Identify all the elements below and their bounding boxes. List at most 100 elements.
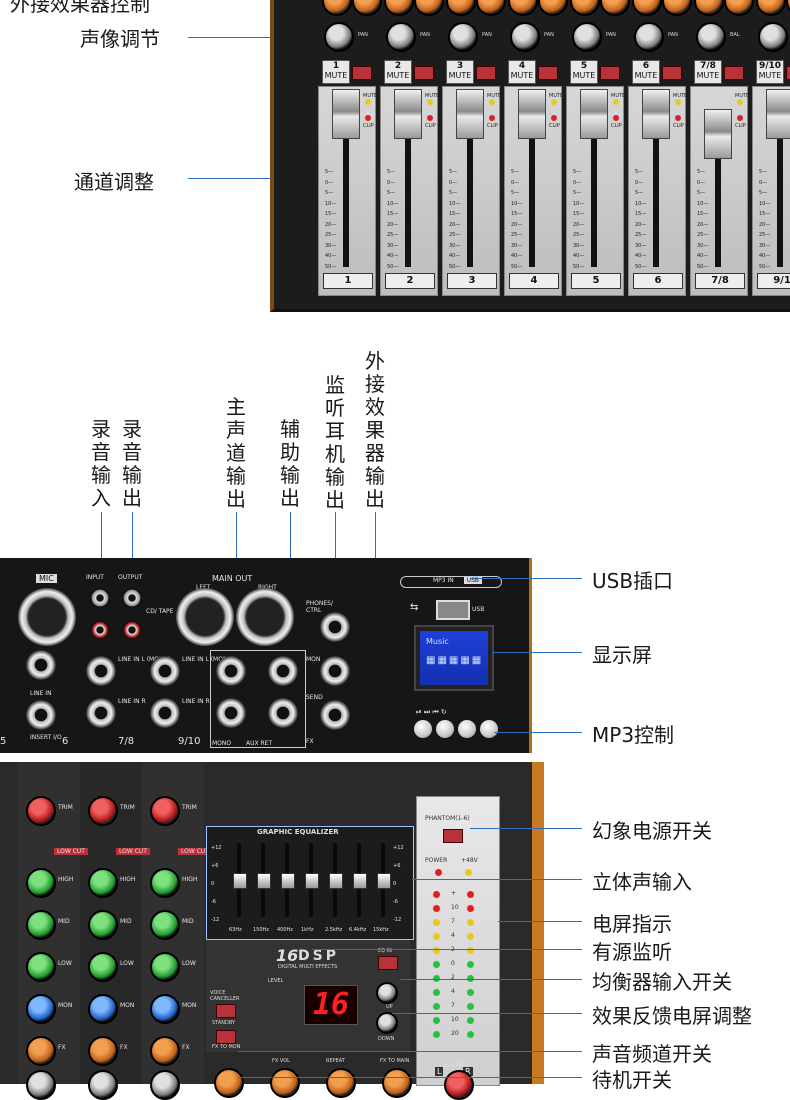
rec-out-rca-white[interactable] — [122, 588, 142, 608]
channel-knob[interactable] — [26, 796, 56, 826]
send-knob[interactable] — [508, 0, 538, 16]
mute-led-button[interactable] — [352, 66, 372, 80]
pan-knob[interactable] — [634, 22, 664, 52]
pan-knob[interactable] — [758, 22, 788, 52]
channel-knob[interactable] — [150, 994, 180, 1024]
channel-knob[interactable] — [88, 994, 118, 1024]
line-in-l-jack-78[interactable] — [86, 656, 116, 686]
line-in-jack[interactable] — [26, 650, 56, 680]
channel-knob[interactable] — [26, 1036, 56, 1066]
aux-l-jack-2[interactable] — [216, 698, 246, 728]
main-out-right-xlr[interactable] — [236, 588, 294, 646]
pan-knob[interactable] — [448, 22, 478, 52]
channel-knob[interactable] — [88, 1036, 118, 1066]
phones-jack[interactable] — [320, 612, 350, 642]
mute-led-button[interactable] — [786, 66, 790, 80]
channel-knob[interactable] — [88, 796, 118, 826]
mute-led-button[interactable] — [414, 66, 434, 80]
eq-slider-knob[interactable] — [329, 873, 343, 889]
usb-port[interactable] — [436, 600, 470, 620]
pan-knob[interactable] — [696, 22, 726, 52]
channel-knob[interactable] — [88, 868, 118, 898]
send-knob[interactable] — [570, 0, 600, 16]
up-button[interactable] — [376, 982, 398, 1004]
mp3-repeat-button[interactable] — [480, 720, 498, 738]
send-knob[interactable] — [694, 0, 724, 16]
fx-send-jack[interactable] — [320, 700, 350, 730]
channel-knob[interactable] — [26, 1070, 56, 1100]
channel-knob[interactable] — [26, 910, 56, 940]
fader-knob[interactable] — [456, 89, 484, 139]
standby-button[interactable] — [216, 1030, 236, 1044]
eq-in-button[interactable] — [378, 956, 398, 970]
mute-button[interactable]: 1 MUTE — [322, 60, 350, 84]
main-out-left-xlr[interactable] — [176, 588, 234, 646]
pan-knob[interactable] — [510, 22, 540, 52]
mp3-play-pause-button[interactable] — [414, 720, 432, 738]
send-knob[interactable] — [756, 0, 786, 16]
mute-led-button[interactable] — [600, 66, 620, 80]
fx-to-mon-knob[interactable] — [214, 1068, 244, 1098]
aux-r-jack-2[interactable] — [268, 698, 298, 728]
channel-knob[interactable] — [88, 1070, 118, 1100]
fader-knob[interactable] — [704, 109, 732, 159]
fader-knob[interactable] — [332, 89, 360, 139]
eq-slider-knob[interactable] — [257, 873, 271, 889]
mute-button[interactable]: 5 MUTE — [570, 60, 598, 84]
pan-knob[interactable] — [386, 22, 416, 52]
channel-knob[interactable] — [150, 1070, 180, 1100]
mic-xlr-jack[interactable] — [18, 588, 76, 646]
pan-knob[interactable] — [572, 22, 602, 52]
eq-slider-knob[interactable] — [281, 873, 295, 889]
send-knob[interactable] — [322, 0, 352, 16]
phones-knob[interactable] — [444, 1070, 474, 1100]
channel-knob[interactable] — [150, 952, 180, 982]
channel-knob[interactable] — [26, 994, 56, 1024]
pan-knob[interactable] — [324, 22, 354, 52]
mute-button[interactable]: 9/10 MUTE — [756, 60, 784, 84]
fx-to-main-knob[interactable] — [382, 1068, 412, 1098]
mon-jack[interactable] — [320, 656, 350, 686]
mute-led-button[interactable] — [724, 66, 744, 80]
eq-slider-knob[interactable] — [233, 873, 247, 889]
channel-knob[interactable] — [26, 952, 56, 982]
channel-knob[interactable] — [150, 1036, 180, 1066]
rec-in-rca-white[interactable] — [90, 588, 110, 608]
eq-slider-knob[interactable] — [353, 873, 367, 889]
mp3-prev-button[interactable] — [458, 720, 476, 738]
rec-out-rca-red[interactable] — [122, 620, 142, 640]
mute-button[interactable]: 4 MUTE — [508, 60, 536, 84]
mute-button[interactable]: 6 MUTE — [632, 60, 660, 84]
channel-knob[interactable] — [26, 868, 56, 898]
channel-knob[interactable] — [150, 868, 180, 898]
eq-slider-knob[interactable] — [305, 873, 319, 889]
aux-r-jack-1[interactable] — [268, 656, 298, 686]
mute-button[interactable]: 7/8 MUTE — [694, 60, 722, 84]
send-knob[interactable] — [446, 0, 476, 16]
line-in-r-jack-78[interactable] — [86, 698, 116, 728]
fx-vol-knob[interactable] — [270, 1068, 300, 1098]
fader-knob[interactable] — [518, 89, 546, 139]
phantom-button[interactable] — [443, 829, 463, 843]
down-button[interactable] — [376, 1012, 398, 1034]
mute-led-button[interactable] — [476, 66, 496, 80]
aux-l-jack-1[interactable] — [216, 656, 246, 686]
mute-led-button[interactable] — [538, 66, 558, 80]
fader-knob[interactable] — [394, 89, 422, 139]
send-knob[interactable] — [786, 0, 790, 16]
rec-in-rca-red[interactable] — [90, 620, 110, 640]
channel-knob[interactable] — [88, 910, 118, 940]
voice-canceller-button[interactable] — [216, 1004, 236, 1018]
fader-knob[interactable] — [766, 89, 790, 139]
mp3-next-button[interactable] — [436, 720, 454, 738]
fader-knob[interactable] — [642, 89, 670, 139]
repeat-knob[interactable] — [326, 1068, 356, 1098]
fader-knob[interactable] — [580, 89, 608, 139]
send-knob[interactable] — [384, 0, 414, 16]
channel-knob[interactable] — [88, 952, 118, 982]
line-in-r-jack-910[interactable] — [150, 698, 180, 728]
mute-led-button[interactable] — [662, 66, 682, 80]
eq-slider-knob[interactable] — [377, 873, 391, 889]
mute-button[interactable]: 3 MUTE — [446, 60, 474, 84]
insert-jack[interactable] — [26, 700, 56, 730]
